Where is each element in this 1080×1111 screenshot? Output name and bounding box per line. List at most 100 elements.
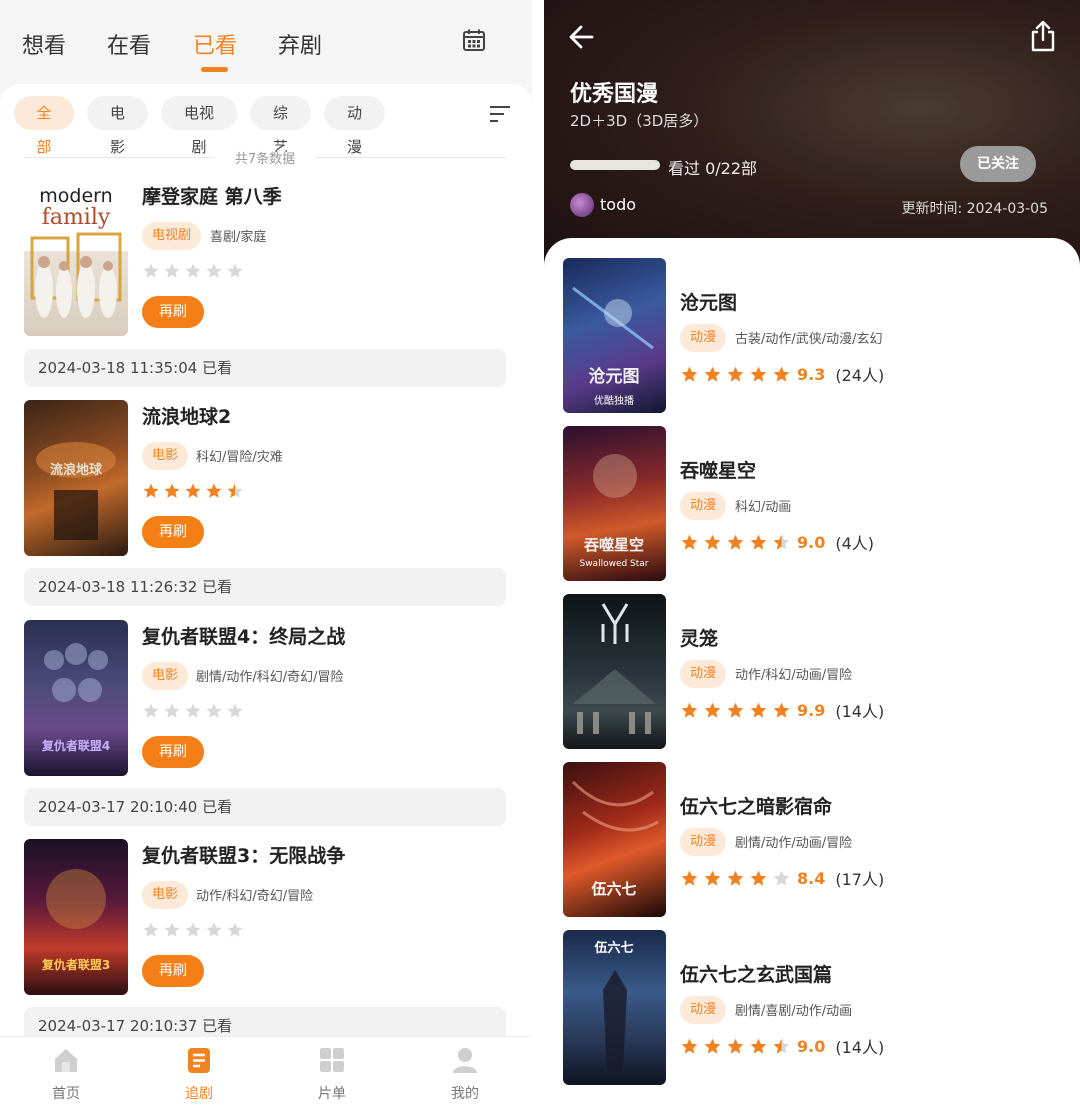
filter-all[interactable]: 全部 xyxy=(14,96,74,156)
list-icon xyxy=(188,1048,210,1073)
star-icon xyxy=(164,703,180,718)
tab-watched[interactable]: 已看 xyxy=(193,28,237,60)
list-item[interactable]: 复仇者联盟4 复仇者联盟4：终局之战 电影 剧情/动作/科幻/奇幻/冒险 再刷 xyxy=(24,620,506,780)
item-title: 伍六七之暗影宿命 xyxy=(680,796,833,818)
category-tag: 动漫 xyxy=(680,492,727,520)
rating-score: 9.0 xyxy=(797,532,826,552)
category-tag: 动漫 xyxy=(680,828,727,856)
star-icon xyxy=(206,263,222,278)
category-tag: 动漫 xyxy=(680,324,727,352)
nav-home[interactable]: 首页 xyxy=(26,1045,106,1103)
rewatch-button[interactable]: 再刷 xyxy=(142,516,204,548)
star-icon xyxy=(750,870,767,886)
category-tag: 电视剧 xyxy=(142,222,202,250)
filter-anime[interactable]: 动漫 xyxy=(324,96,385,156)
svg-text:复仇者联盟3: 复仇者联盟3 xyxy=(41,957,110,972)
filter-variety[interactable]: 综艺 xyxy=(250,96,311,156)
star-icon xyxy=(227,922,243,937)
rating-count: (4人) xyxy=(835,534,875,553)
nav-playlist[interactable]: 片单 xyxy=(292,1045,372,1103)
poster-image: 沧元图 优酷独播 xyxy=(563,258,666,413)
star-icon xyxy=(206,703,222,718)
rating-row: 9.9 (14人) xyxy=(680,698,884,722)
star-icon xyxy=(681,534,698,550)
list-item[interactable]: 流浪地球 流浪地球2 电影 科幻/冒险/灾难 再刷 xyxy=(24,400,506,560)
rating-score: 8.4 xyxy=(797,868,826,888)
nav-mine[interactable]: 我的 xyxy=(425,1045,505,1103)
avatar[interactable] xyxy=(570,193,594,217)
poster-title: 伍六七 xyxy=(590,880,636,898)
grid-icon xyxy=(320,1048,344,1072)
content-area: 全部 电影 电视剧 综艺 动漫 共7条数据 modern family 摩登家庭… xyxy=(0,84,532,1036)
star-icon xyxy=(185,263,201,278)
playlist-header: 优秀国漫 2D＋3D（3D居多） 看过 0/22部 已关注 todo 更新时间:… xyxy=(544,0,1080,270)
watched-date: 2024-03-17 20:10:40 已看 xyxy=(24,788,506,826)
star-icon xyxy=(727,534,744,550)
rewatch-button[interactable]: 再刷 xyxy=(142,296,204,328)
category-tag: 动漫 xyxy=(680,660,727,688)
share-icon[interactable] xyxy=(1030,20,1056,52)
poster-title: 伍六七 xyxy=(593,940,633,956)
list-item[interactable]: 沧元图 优酷独播 沧元图 动漫 古装/动作/武侠/动漫/玄幻 9.3 (24人) xyxy=(563,258,1063,418)
star-icon xyxy=(143,922,159,937)
star-icon xyxy=(773,870,790,886)
list-item[interactable]: 伍六七 伍六七之暗影宿命 动漫 剧情/动作/动画/冒险 8.4 (17人) xyxy=(563,762,1063,922)
rating-stars[interactable] xyxy=(142,482,244,502)
rating-score: 9.3 xyxy=(797,364,826,384)
nav-tracking[interactable]: 追剧 xyxy=(159,1045,239,1103)
star-icon xyxy=(143,263,159,278)
filter-tv[interactable]: 电视剧 xyxy=(161,96,237,156)
star-icon xyxy=(164,263,180,278)
back-arrow-icon[interactable] xyxy=(568,24,594,50)
star-icon xyxy=(704,366,721,382)
creator-name[interactable]: todo xyxy=(600,195,636,214)
item-title: 沧元图 xyxy=(680,292,738,314)
active-tab-indicator xyxy=(201,67,228,72)
star-icon xyxy=(681,870,698,886)
item-title: 摩登家庭 第八季 xyxy=(142,186,282,208)
rating-count: (17人) xyxy=(835,870,885,889)
star-icon xyxy=(750,366,767,382)
watch-progress-text: 看过 0/22部 xyxy=(668,159,758,178)
list-item[interactable]: 灵笼 动漫 动作/科幻/动画/冒险 9.9 (14人) xyxy=(563,594,1063,754)
list-item[interactable]: modern family 摩登家庭 第八季 电视剧 喜剧/家庭 再刷 xyxy=(24,180,506,340)
category-tag: 动漫 xyxy=(680,996,727,1024)
category-filter-row: 全部 电影 电视剧 综艺 动漫 xyxy=(0,96,532,156)
rewatch-button[interactable]: 再刷 xyxy=(142,736,204,768)
list-item[interactable]: 伍六七 伍六七之玄武国篇 动漫 剧情/喜剧/动作/动画 9.0 (14人) xyxy=(563,930,1063,1090)
list-item[interactable]: 吞噬星空 Swallowed Star 吞噬星空 动漫 科幻/动画 9.0 (4人… xyxy=(563,426,1063,586)
star-icon xyxy=(750,1038,767,1054)
rating-stars[interactable] xyxy=(142,702,244,722)
filter-movie[interactable]: 电影 xyxy=(87,96,148,156)
calendar-icon[interactable] xyxy=(462,28,486,52)
sort-icon[interactable] xyxy=(488,104,512,124)
poster-image: 吞噬星空 Swallowed Star xyxy=(563,426,666,581)
star-icon xyxy=(727,366,744,382)
star-icon xyxy=(704,534,721,550)
rating-stars[interactable] xyxy=(142,921,244,941)
star-icon xyxy=(704,702,721,718)
item-title: 复仇者联盟4：终局之战 xyxy=(142,626,346,648)
star-icon xyxy=(750,702,767,718)
star-icon xyxy=(773,534,790,550)
update-time: 更新时间: 2024-03-05 xyxy=(901,201,1048,217)
rating-stars[interactable] xyxy=(142,262,244,282)
tab-watching[interactable]: 在看 xyxy=(107,28,151,60)
tab-want-to-watch[interactable]: 想看 xyxy=(22,28,66,60)
rating-score: 9.0 xyxy=(797,1036,826,1056)
panel-divider xyxy=(532,0,544,1111)
playlist-detail-screen: 优秀国漫 2D＋3D（3D居多） 看过 0/22部 已关注 todo 更新时间:… xyxy=(544,0,1080,1111)
category-tag: 电影 xyxy=(142,881,189,909)
genre-text: 科幻/动画 xyxy=(735,500,792,515)
poster-caption: Swallowed Star xyxy=(579,559,648,569)
item-title: 伍六七之玄武国篇 xyxy=(680,964,833,986)
nav-label: 首页 xyxy=(52,1086,80,1102)
star-icon xyxy=(164,922,180,937)
tab-dropped[interactable]: 弃剧 xyxy=(278,28,322,60)
genre-text: 古装/动作/武侠/动漫/玄幻 xyxy=(735,332,883,347)
list-item[interactable]: 复仇者联盟3 复仇者联盟3：无限战争 电影 动作/科幻/奇幻/冒险 再刷 xyxy=(24,839,506,999)
rewatch-button[interactable]: 再刷 xyxy=(142,955,204,987)
genre-text: 喜剧/家庭 xyxy=(210,230,267,245)
follow-button[interactable]: 已关注 xyxy=(960,146,1036,182)
top-tab-bar: 想看 在看 已看 弃剧 xyxy=(0,0,532,84)
